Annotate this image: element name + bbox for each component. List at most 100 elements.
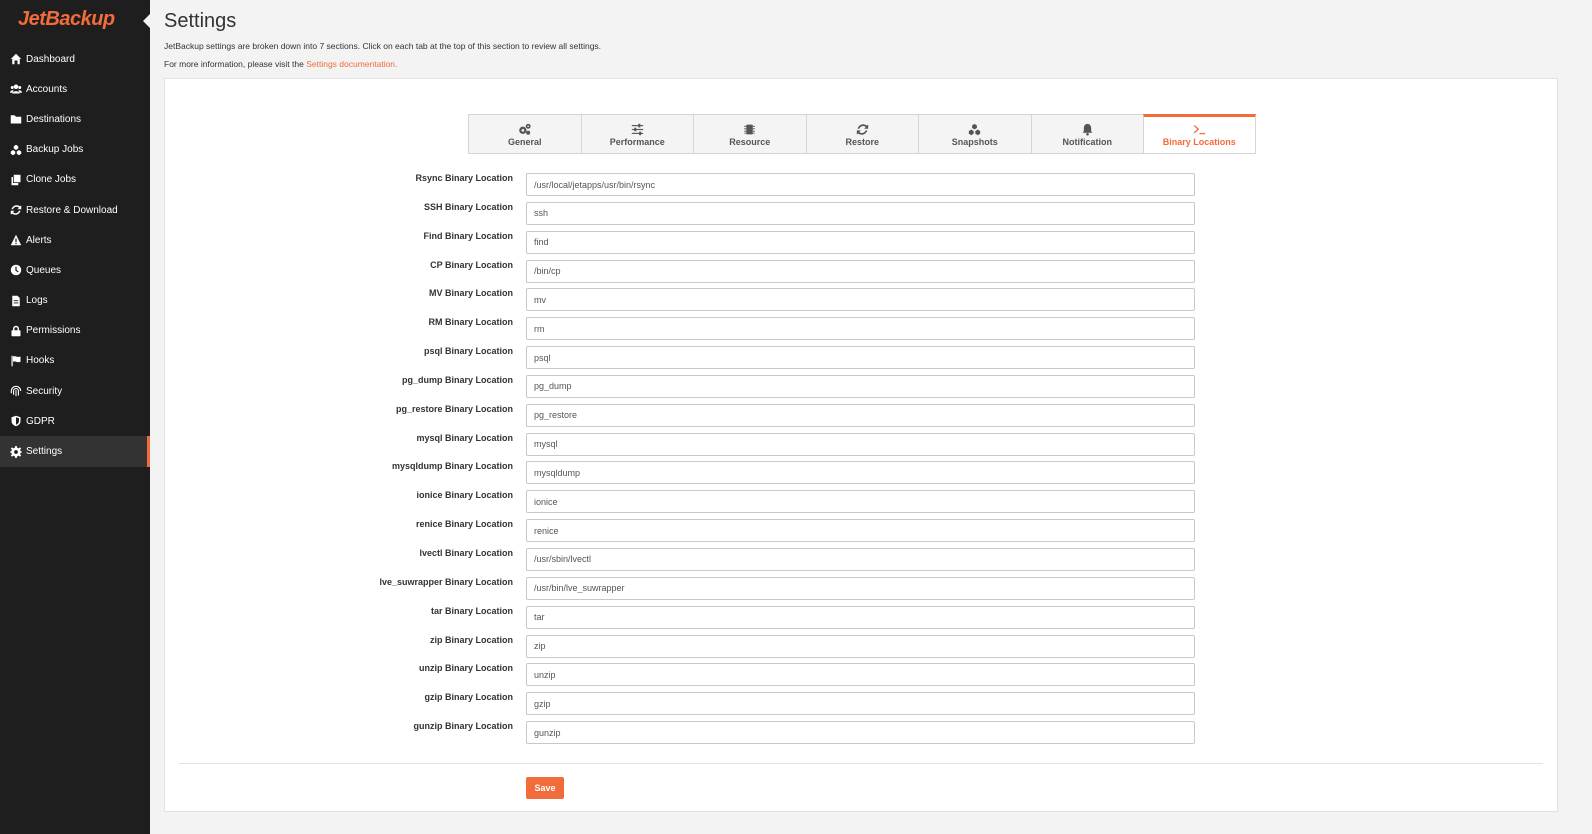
sidebar-item-backup-jobs[interactable]: Backup Jobs [0, 135, 150, 165]
form-row: psql Binary Location [165, 346, 1557, 375]
tab-label: Restore [845, 137, 879, 147]
rsync-binary-location-input[interactable] [526, 173, 1195, 196]
warning-icon [9, 234, 22, 247]
sidebar-item-dashboard[interactable]: Dashboard [0, 44, 150, 74]
mysql-binary-location-label: mysql Binary Location [416, 432, 513, 443]
form-row: gunzip Binary Location [165, 721, 1557, 750]
sidebar-item-label: Destinations [26, 113, 82, 125]
logo[interactable]: JetBackup [0, 0, 150, 44]
logo-text: JetBackup [18, 8, 115, 30]
tab-label: Resource [729, 137, 771, 147]
ssh-binary-location-input[interactable] [526, 201, 1195, 225]
sidebar-item-label: Clone Jobs [26, 174, 77, 186]
gunzip-binary-location-input[interactable] [526, 721, 1195, 745]
unzip-binary-location-label: unzip Binary Location [418, 663, 513, 674]
sidebar-item-permissions[interactable]: Permissions [0, 316, 150, 346]
tab-restore[interactable]: Restore [805, 114, 918, 154]
cp-binary-location-label: CP Binary Location [430, 259, 513, 270]
lvectl-binary-location-label: lvectl Binary Location [419, 547, 513, 558]
sidebar-item-label: Logs [26, 295, 48, 307]
find-binary-location-input[interactable] [526, 230, 1195, 254]
binary-locations-form: Rsync Binary Location SSH Binary Location… [165, 173, 1557, 750]
file-icon [9, 294, 22, 307]
form-row: mysqldump Binary Location [165, 461, 1557, 490]
gzip-binary-location-input[interactable] [526, 692, 1195, 716]
tab-resource[interactable]: Resource [693, 114, 806, 154]
form-row: pg_dump Binary Location [165, 374, 1557, 404]
ionice-binary-location-input[interactable] [526, 490, 1195, 514]
tab-label: General [507, 137, 542, 147]
lock-icon [9, 324, 22, 337]
sidebar-item-hooks[interactable]: Hooks [0, 346, 150, 376]
mysqldump-binary-location-input[interactable] [526, 461, 1195, 485]
sidebar-item-alerts[interactable]: Alerts [0, 225, 150, 255]
mv-binary-location-label: MV Binary Location [428, 288, 513, 299]
page-description: JetBackup settings are broken down into … [164, 41, 602, 51]
cp-binary-location-input[interactable] [526, 259, 1195, 283]
sidebar-item-label: Backup Jobs [26, 144, 84, 156]
copy-icon [9, 173, 22, 186]
form-row: Rsync Binary Location [165, 173, 1557, 202]
sidebar-item-accounts[interactable]: Accounts [0, 74, 150, 104]
tab-notification[interactable]: Notification [1030, 114, 1143, 154]
tab-label: Performance [609, 137, 665, 147]
tab-label: Notification [1062, 137, 1113, 147]
ionice-binary-location-label: ionice Binary Location [416, 490, 513, 501]
form-row: Find Binary Location [165, 230, 1557, 260]
sidebar-item-label: Queues [26, 264, 62, 276]
lve-suwrapper-binary-location-label: lve_suwrapper Binary Location [379, 576, 513, 587]
cogs-icon [518, 122, 531, 136]
form-row: tar Binary Location [165, 605, 1557, 635]
sidebar-item-label: GDPR [26, 415, 55, 427]
sidebar-item-restore-download[interactable]: Restore & Download [0, 195, 150, 225]
sidebar-item-clone-jobs[interactable]: Clone Jobs [0, 165, 150, 195]
form-row: zip Binary Location [165, 634, 1557, 664]
flag-icon [9, 354, 22, 367]
rm-binary-location-input[interactable] [526, 317, 1195, 341]
sliders-icon [631, 122, 644, 136]
sidebar-item-queues[interactable]: Queues [0, 255, 150, 285]
tab-binary-locations[interactable]: Binary Locations [1143, 114, 1256, 154]
sidebar-item-label: Restore & Download [26, 204, 118, 216]
form-row: RM Binary Location [165, 317, 1557, 346]
sidebar-collapse-caret-icon[interactable] [143, 14, 150, 28]
unzip-binary-location-input[interactable] [526, 663, 1195, 687]
sidebar-item-logs[interactable]: Logs [0, 286, 150, 316]
tar-binary-location-label: tar Binary Location [430, 605, 513, 616]
form-row: CP Binary Location [165, 259, 1557, 289]
sidebar-item-label: Dashboard [26, 53, 75, 65]
sidebar-item-gdpr[interactable]: GDPR [0, 406, 150, 436]
page-title: Settings [164, 10, 237, 32]
mysql-binary-location-input[interactable] [526, 432, 1195, 456]
psql-binary-location-input[interactable] [526, 346, 1195, 370]
tab-performance[interactable]: Performance [580, 114, 693, 154]
settings-documentation-link[interactable]: Settings documentation. [306, 59, 397, 69]
sidebar-item-label: Settings [26, 446, 63, 458]
lve-suwrapper-binary-location-input[interactable] [526, 576, 1195, 600]
lvectl-binary-location-input[interactable] [526, 547, 1195, 571]
sidebar-item-destinations[interactable]: Destinations [0, 104, 150, 134]
sidebar-item-label: Hooks [26, 355, 55, 367]
tar-binary-location-input[interactable] [526, 605, 1195, 629]
pg-dump-binary-location-label: pg_dump Binary Location [401, 374, 513, 385]
pg-restore-binary-location-input[interactable] [526, 403, 1195, 427]
tab-snapshots[interactable]: Snapshots [918, 114, 1031, 154]
renice-binary-location-input[interactable] [526, 519, 1195, 543]
tab-general[interactable]: General [468, 114, 581, 154]
save-button[interactable]: Save [526, 777, 564, 799]
sidebar-item-security[interactable]: Security [0, 376, 150, 406]
sidebar: JetBackup Dashboard Accounts Destinations B… [0, 0, 150, 834]
form-row: lvectl Binary Location [165, 547, 1557, 577]
renice-binary-location-label: renice Binary Location [415, 519, 513, 530]
sidebar-item-label: Alerts [26, 234, 52, 246]
sidebar-item-settings[interactable]: Settings [0, 436, 150, 467]
zip-binary-location-label: zip Binary Location [429, 634, 513, 645]
mysqldump-binary-location-label: mysqldump Binary Location [391, 461, 513, 472]
gear-icon [9, 445, 22, 458]
bell-icon [1081, 122, 1094, 136]
sync-icon [856, 122, 869, 136]
zip-binary-location-input[interactable] [526, 634, 1195, 658]
mv-binary-location-input[interactable] [526, 288, 1195, 312]
tab-label: Binary Locations [1162, 137, 1236, 147]
pg-dump-binary-location-input[interactable] [526, 374, 1195, 398]
